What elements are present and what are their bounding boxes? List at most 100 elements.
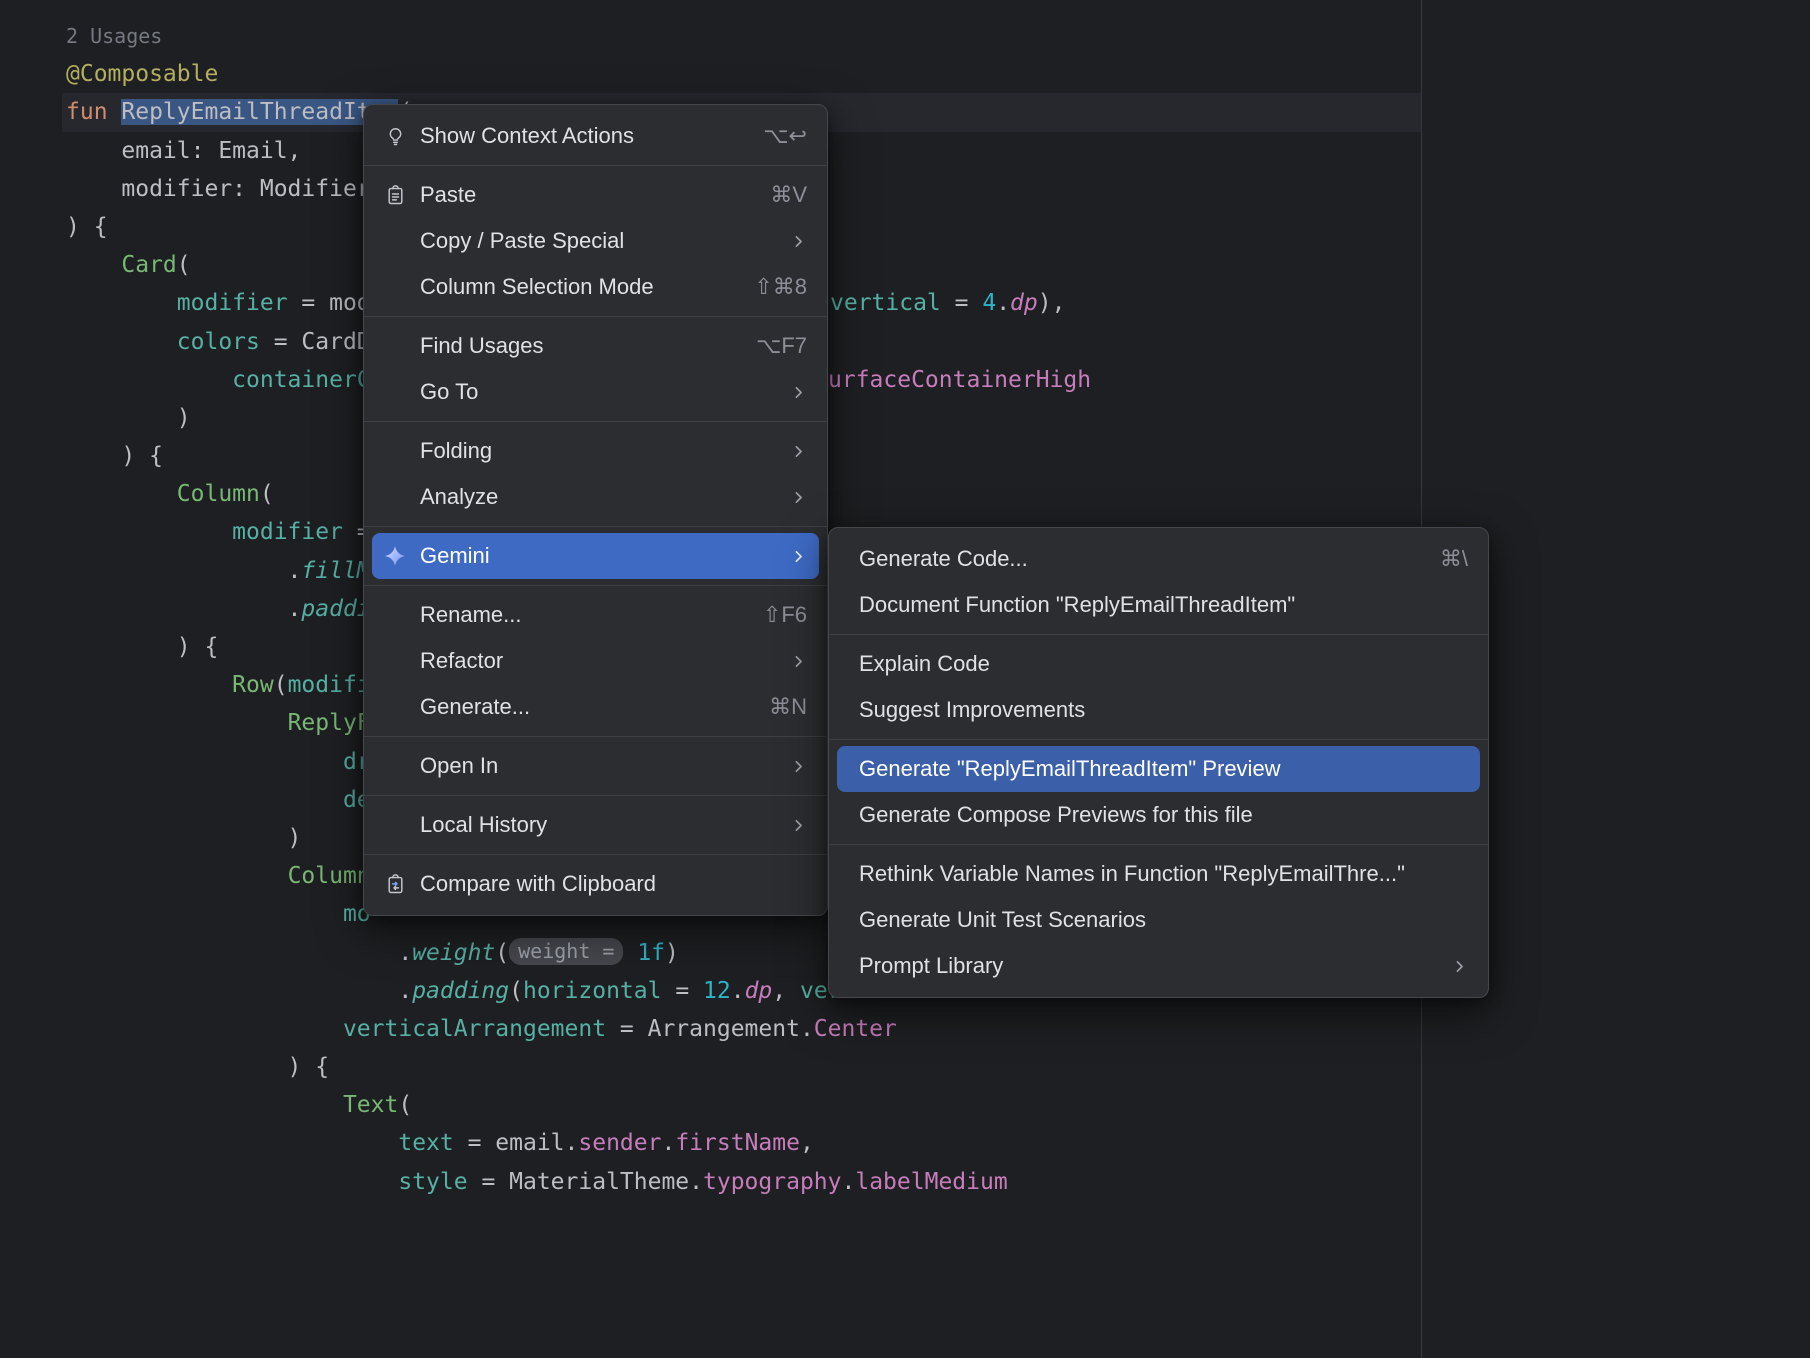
inlay-hint[interactable]: weight = [509,938,623,965]
menu-item-suggest-improvements[interactable]: Suggest Improvements [837,687,1480,733]
code-line: containerC urfaceContainerHigh [0,361,1810,399]
code-token: urfaceContainerHigh [828,367,1091,393]
menu-item-rename[interactable]: Rename...⇧F6 [372,592,819,638]
menu-item-generate-preview[interactable]: Generate "ReplyEmailThreadItem" Preview [837,746,1480,792]
menu-item-show-context-actions[interactable]: Show Context Actions⌥↩ [372,113,819,159]
code-line: style = MaterialTheme.typography.labelMe… [0,1163,1810,1201]
menu-item-right [766,817,807,834]
menu-item-document-function[interactable]: Document Function "ReplyEmailThreadItem" [837,582,1480,628]
code-line: Card( [0,246,1810,284]
code-token: Arrangement [648,1016,800,1042]
code-token [66,252,121,278]
code-token: Row [232,672,274,698]
menu-item-compare-with-clipboard[interactable]: Compare with Clipboard [372,861,819,907]
menu-icon-slot [383,439,407,463]
menu-icon-slot [383,485,407,509]
code-token: . [689,1169,703,1195]
menu-item-generate[interactable]: Generate...⌘N [372,684,819,730]
menu-shortcut: ⌘\ [1440,546,1468,572]
usages-inlay-hint[interactable]: 2 Usages [66,24,162,48]
menu-item-label: Generate Compose Previews for this file [859,802,1253,828]
menu-item-label: Refactor [420,648,503,674]
code-token: ) [66,825,301,851]
menu-item-right: ⇧⌘8 [730,274,807,300]
menu-item-label: Suggest Improvements [859,697,1085,723]
code-token: colors [177,329,260,355]
menu-separator [364,854,827,855]
code-token: ( [495,940,509,966]
code-token [66,519,232,545]
menu-item-go-to[interactable]: Go To [372,369,819,415]
menu-icon-slot [383,754,407,778]
code-token: weight [412,940,495,966]
menu-icon-slot [383,229,407,253]
code-token: . [996,290,1010,316]
menu-icon-slot [383,275,407,299]
code-token: Card [121,252,176,278]
menu-item-gemini[interactable]: Gemini [372,533,819,579]
code-token: Column [177,481,260,507]
chevron-right-icon [1451,958,1468,975]
code-token: = [941,290,983,316]
code-token: ( [398,1092,412,1118]
menu-item-open-in[interactable]: Open In [372,743,819,789]
chevron-right-icon [790,489,807,506]
menu-separator [829,739,1488,740]
menu-item-rethink-variable-names[interactable]: Rethink Variable Names in Function "Repl… [837,851,1480,897]
menu-separator [829,844,1488,845]
code-token: 1f [637,940,665,966]
menu-separator [364,736,827,737]
code-token [66,863,288,889]
menu-separator [364,526,827,527]
menu-item-prompt-library[interactable]: Prompt Library [837,943,1480,989]
code-token: , [800,1130,814,1156]
code-token: ) { [66,634,218,660]
menu-item-right [766,233,807,250]
code-token: modifier [232,519,343,545]
code-token: ( [260,481,274,507]
code-token: Column [288,863,371,889]
menu-separator [364,421,827,422]
menu-separator [364,585,827,586]
menu-item-label: Paste [420,182,476,208]
menu-item-label: Generate Unit Test Scenarios [859,907,1146,933]
code-line: ) { [0,437,1810,475]
menu-item-right [1427,958,1468,975]
code-token: firstName [675,1130,800,1156]
code-token: paddi [301,596,370,622]
menu-item-label: Generate... [420,694,530,720]
menu-item-generate-code[interactable]: Generate Code... ⌘\ [837,536,1480,582]
menu-item-paste[interactable]: Paste⌘V [372,172,819,218]
menu-icon-slot [383,380,407,404]
code-line: fun ReplyEmailThreadItem( [0,93,1810,131]
code-token: = [288,290,330,316]
menu-item-explain-code[interactable]: Explain Code [837,641,1480,687]
menu-item-folding[interactable]: Folding [372,428,819,474]
code-token: email [495,1130,564,1156]
code-token: email: Email, [66,138,301,164]
menu-item-right: ⌥F7 [732,333,807,359]
code-token: ) { [66,214,108,240]
code-token: . [66,978,412,1004]
code-line: Text( [0,1086,1810,1124]
clipboard-paste-icon [383,183,407,207]
editor-context-menu: Show Context Actions⌥↩ Paste⌘VCopy / Past… [363,104,828,916]
code-fragment: vertical = 4.dp), [830,284,1065,322]
code-token: containerC [232,367,370,393]
menu-item-generate-unit-test-scenarios[interactable]: Generate Unit Test Scenarios [837,897,1480,943]
code-token [66,329,177,355]
chevron-right-icon [790,384,807,401]
code-line: colors = CardD [0,323,1810,361]
menu-item-find-usages[interactable]: Find Usages⌥F7 [372,323,819,369]
menu-item-refactor[interactable]: Refactor [372,638,819,684]
menu-item-label: Document Function "ReplyEmailThreadItem" [859,592,1295,618]
menu-item-analyze[interactable]: Analyze [372,474,819,520]
menu-item-column-selection-mode[interactable]: Column Selection Mode⇧⌘8 [372,264,819,310]
menu-item-local-history[interactable]: Local History [372,802,819,848]
code-token: CardD [301,329,370,355]
menu-item-copy-paste-special[interactable]: Copy / Paste Special [372,218,819,264]
menu-item-label: Generate Code... [859,546,1028,572]
code-token [66,1169,398,1195]
code-token: labelMedium [855,1169,1007,1195]
menu-item-generate-compose-previews[interactable]: Generate Compose Previews for this file [837,792,1480,838]
